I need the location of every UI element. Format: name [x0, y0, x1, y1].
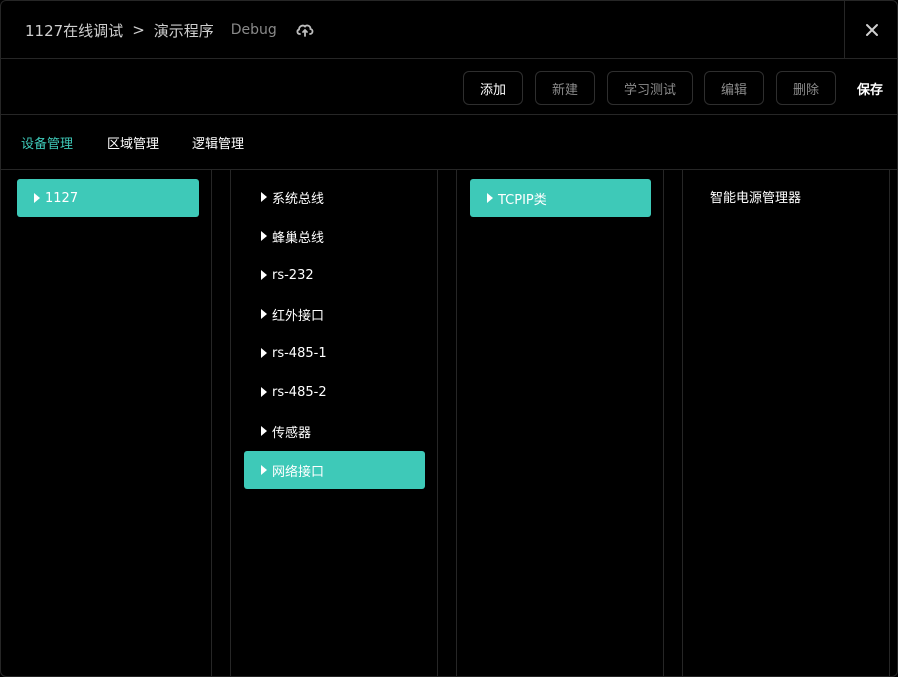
list-item-rs232[interactable]: rs-232 — [244, 256, 425, 294]
list-item-label: 网络接口 — [272, 464, 325, 480]
column-divider — [437, 170, 438, 676]
column-divider — [211, 170, 212, 676]
caret-right-icon — [487, 193, 493, 203]
debug-mode-label: Debug — [230, 22, 277, 38]
caret-right-icon — [34, 193, 40, 203]
breadcrumb: 1127在线调试 > 演示程序 Debug — [25, 1, 315, 59]
save-button[interactable]: 保存 — [849, 71, 891, 105]
column-divider — [889, 170, 890, 676]
tab-bar: 设备管理 区域管理 逻辑管理 — [1, 115, 897, 170]
dialog-header: 1127在线调试 > 演示程序 Debug — [1, 1, 897, 59]
edit-button[interactable]: 编辑 — [704, 71, 764, 105]
list-item-hive-bus[interactable]: 蜂巢总线 — [244, 217, 425, 255]
breadcrumb-project[interactable]: 1127在线调试 — [25, 20, 123, 41]
list-item-label: TCPIP类 — [498, 192, 547, 208]
column-divider — [456, 170, 457, 676]
list-item-tcpip[interactable]: TCPIP类 — [470, 179, 651, 217]
caret-right-icon — [261, 270, 267, 280]
column-divider — [663, 170, 664, 676]
list-item-label: rs-232 — [272, 267, 314, 283]
list-item-label: 传感器 — [272, 425, 312, 441]
column-divider — [230, 170, 231, 676]
add-button[interactable]: 添加 — [463, 71, 523, 105]
tab-logic-management[interactable]: 逻辑管理 — [192, 115, 244, 169]
breadcrumb-program: 演示程序 — [153, 21, 214, 40]
close-icon — [866, 24, 878, 36]
list-item-smart-power-manager[interactable]: 智能电源管理器 — [696, 177, 877, 215]
column-divider — [682, 170, 683, 676]
list-item-system-bus[interactable]: 系统总线 — [244, 178, 425, 216]
caret-right-icon — [261, 192, 267, 202]
close-button[interactable] — [844, 1, 897, 59]
caret-right-icon — [261, 309, 267, 319]
list-item-label: 红外接口 — [272, 308, 325, 324]
list-item-label: 蜂巢总线 — [272, 230, 325, 246]
list-item-network-interface[interactable]: 网络接口 — [244, 451, 425, 489]
list-item-label: rs-485-1 — [272, 345, 327, 361]
list-item-infrared[interactable]: 红外接口 — [244, 295, 425, 333]
list-item-label: 1127 — [45, 190, 79, 206]
caret-right-icon — [261, 387, 267, 397]
list-item-1127[interactable]: 1127 — [17, 179, 199, 217]
cloud-sync-icon[interactable] — [295, 22, 315, 38]
tab-area-management[interactable]: 区域管理 — [107, 115, 159, 169]
list-item-label: rs-485-2 — [272, 384, 327, 400]
toolbar: 添加 新建 学习测试 编辑 删除 保存 — [1, 59, 897, 115]
dialog-window: 1127在线调试 > 演示程序 Debug 添加 新建 学习测试 编辑 删除 保… — [0, 0, 898, 677]
learn-test-button[interactable]: 学习测试 — [607, 71, 693, 105]
breadcrumb-separator: > — [132, 21, 145, 39]
caret-right-icon — [261, 465, 267, 475]
list-item-label: 智能电源管理器 — [710, 190, 802, 206]
caret-right-icon — [261, 348, 267, 358]
tab-device-management[interactable]: 设备管理 — [21, 115, 73, 169]
list-item-label: 系统总线 — [272, 191, 325, 207]
delete-button[interactable]: 删除 — [776, 71, 836, 105]
caret-right-icon — [261, 426, 267, 436]
list-item-sensor[interactable]: 传感器 — [244, 412, 425, 450]
caret-right-icon — [261, 231, 267, 241]
list-item-rs485-1[interactable]: rs-485-1 — [244, 334, 425, 372]
list-item-rs485-2[interactable]: rs-485-2 — [244, 373, 425, 411]
new-button[interactable]: 新建 — [535, 71, 595, 105]
